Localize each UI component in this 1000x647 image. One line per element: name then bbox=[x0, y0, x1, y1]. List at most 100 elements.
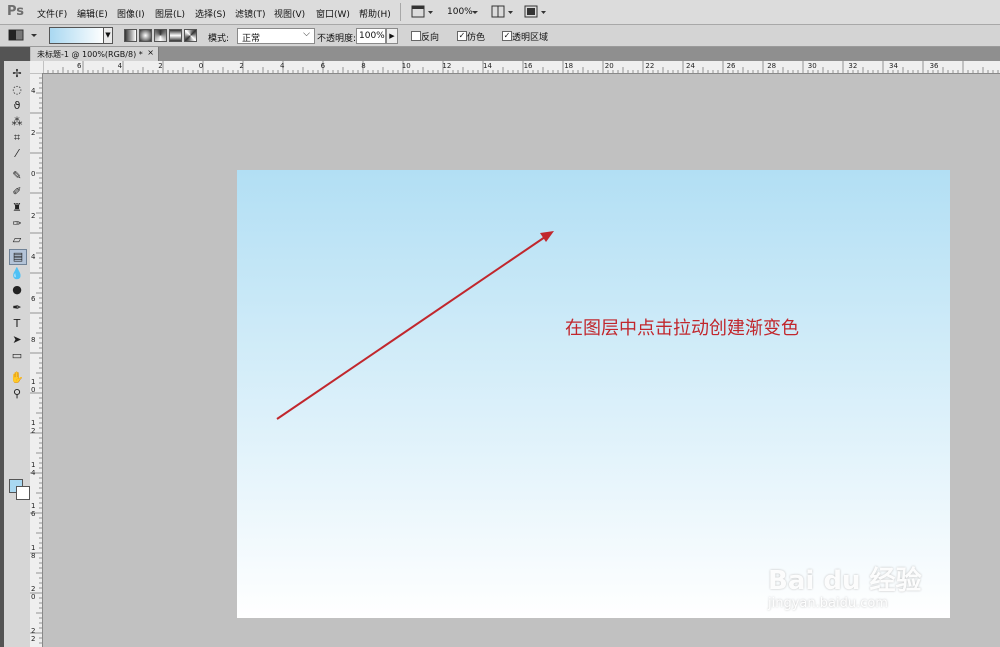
quick-select-icon[interactable]: ⁂ bbox=[9, 115, 25, 129]
ruler-left-number: 1 4 bbox=[31, 460, 36, 477]
menu-view[interactable]: 视图(V) bbox=[274, 7, 305, 20]
shape-icon[interactable]: ▭ bbox=[9, 349, 25, 363]
ruler-left-number: 1 8 bbox=[31, 543, 36, 560]
ruler-top-number: 36 bbox=[929, 62, 939, 70]
dither-checkbox[interactable]: ✓ bbox=[457, 31, 467, 41]
path-select-icon[interactable]: ➤ bbox=[9, 333, 25, 347]
angle-gradient-icon[interactable] bbox=[154, 29, 167, 42]
ruler-left-number: 6 bbox=[31, 294, 36, 303]
document-tab-bar: 未标题-1 @ 100%(RGB/8) * × bbox=[31, 47, 1000, 61]
document-tab[interactable]: 未标题-1 @ 100%(RGB/8) * × bbox=[31, 47, 159, 61]
reverse-checkbox[interactable] bbox=[411, 31, 421, 41]
type-icon[interactable]: T bbox=[9, 317, 25, 331]
hand-icon[interactable]: ✋ bbox=[9, 371, 25, 385]
ruler-top-number: 12 bbox=[442, 62, 452, 70]
eyedropper-icon[interactable]: ⁄ bbox=[9, 147, 25, 161]
screen-layout-icon[interactable] bbox=[524, 5, 548, 19]
ruler-top-number: 4 bbox=[117, 62, 123, 70]
ruler-left-number: 2 bbox=[31, 211, 36, 220]
ruler-top-number: 18 bbox=[564, 62, 574, 70]
ruler-top-number: 6 bbox=[320, 62, 326, 70]
chevron-down-icon: ⌵ bbox=[303, 29, 310, 39]
baidu-jingyan-logo: Bai du 经验 bbox=[768, 566, 922, 596]
menu-file[interactable]: 文件(F) bbox=[37, 7, 67, 20]
annotation-text: 在图层中点击拉动创建渐变色 bbox=[565, 318, 799, 339]
opacity-slider-arrow-icon[interactable]: ▶ bbox=[386, 28, 398, 44]
healing-icon[interactable]: ✎ bbox=[9, 169, 25, 183]
dodge-icon[interactable]: ● bbox=[9, 283, 25, 297]
reflected-gradient-icon[interactable] bbox=[169, 29, 182, 42]
toolbox-panel: ⚲ ✋ ▭ ➤ T ✒ ● 💧 ▤ ▱ ✑ ♜ ✐ ✎ ⁄ ⌗ ⁂ ϑ ◌ ✢ bbox=[4, 61, 30, 647]
ruler-left-number: 2 0 bbox=[31, 585, 36, 601]
ruler-left-number: 2 2 bbox=[31, 626, 36, 643]
menu-help[interactable]: 帮助(H) bbox=[359, 7, 391, 20]
ruler-left-number: 4 bbox=[31, 253, 36, 261]
ruler-top-number: 14 bbox=[483, 62, 492, 70]
pen-icon[interactable]: ✒ bbox=[9, 301, 25, 315]
zoom-level[interactable]: 100% bbox=[447, 7, 473, 17]
watermark-url: jingyan.baidu.com bbox=[768, 596, 888, 611]
marquee-icon[interactable]: ◌ bbox=[9, 83, 25, 97]
ruler-top-number: 0 bbox=[198, 62, 204, 70]
ruler-top-number: 26 bbox=[726, 62, 736, 70]
reverse-label: 反向 bbox=[421, 33, 440, 43]
gradient-picker-dropdown-icon[interactable]: ▼ bbox=[103, 27, 113, 44]
brush-icon[interactable]: ✐ bbox=[9, 185, 25, 199]
screen-mode-icon[interactable] bbox=[411, 5, 435, 19]
ruler-top-number: 28 bbox=[767, 62, 777, 70]
ruler-left-number: 2 bbox=[31, 128, 36, 137]
ruler-left-number: 8 bbox=[31, 336, 36, 344]
transparency-label: 透明区域 bbox=[512, 33, 549, 43]
vertical-ruler: 4 2 0 2 4 6 8 1 0 1 2 1 4 1 6 1 8 2 0 2 2 bbox=[30, 73, 43, 647]
menu-bar: Ps 文件(F) 编辑(E) 图像(I) 图层(L) 选择(S) 滤镜(T) 视… bbox=[0, 0, 1000, 25]
ruler-top-number: 4 bbox=[280, 62, 285, 70]
tool-preset-icon[interactable] bbox=[6, 28, 40, 42]
ruler-left-number: 1 0 bbox=[31, 377, 36, 394]
mode-value: 正常 bbox=[242, 34, 261, 44]
menu-window[interactable]: 窗口(W) bbox=[316, 7, 350, 20]
history-brush-icon[interactable]: ✑ bbox=[9, 217, 25, 231]
menu-select[interactable]: 选择(S) bbox=[195, 7, 226, 20]
arrange-documents-icon[interactable] bbox=[491, 5, 515, 19]
ruler-top-number: 6 bbox=[77, 62, 82, 70]
lasso-icon[interactable]: ϑ bbox=[9, 99, 25, 113]
opacity-value: 100% bbox=[359, 31, 385, 41]
menu-image[interactable]: 图像(I) bbox=[117, 7, 145, 20]
horizontal-ruler: 6 4 2 0 2 4 6 8 10 12 14 16 18 20 22 24 26 28 30 32 34 36 bbox=[43, 61, 1000, 74]
zoom-dropdown-icon[interactable] bbox=[470, 5, 480, 19]
diamond-gradient-icon[interactable] bbox=[184, 29, 197, 42]
document-tab-title: 未标题-1 @ 100%(RGB/8) * bbox=[37, 50, 143, 59]
menu-edit[interactable]: 编辑(E) bbox=[77, 7, 108, 20]
stamp-icon[interactable]: ♜ bbox=[9, 201, 25, 215]
ruler-top-number: 2 bbox=[239, 62, 244, 70]
dither-label: 仿色 bbox=[467, 33, 486, 43]
ruler-left-number: 1 6 bbox=[31, 502, 36, 518]
crop-icon[interactable]: ⌗ bbox=[9, 131, 25, 145]
opacity-input[interactable]: 100% bbox=[356, 28, 386, 44]
gradient-picker[interactable] bbox=[49, 27, 105, 44]
transparency-checkbox[interactable]: ✓ bbox=[502, 31, 512, 41]
mode-select[interactable]: 正常 ⌵ bbox=[237, 28, 315, 44]
radial-gradient-icon[interactable] bbox=[139, 29, 152, 42]
background-color-swatch[interactable] bbox=[16, 486, 30, 500]
ruler-top-number: 10 bbox=[401, 62, 411, 70]
document-canvas[interactable] bbox=[237, 170, 950, 618]
menu-layer[interactable]: 图层(L) bbox=[155, 7, 185, 20]
close-icon[interactable]: × bbox=[147, 48, 154, 57]
linear-gradient-icon[interactable] bbox=[124, 29, 137, 42]
ruler-left-number: 1 2 bbox=[31, 419, 36, 435]
toolbox: ⚲ ✋ ▭ ➤ T ✒ ● 💧 ▤ ▱ ✑ ♜ ✐ ✎ ⁄ ⌗ ⁂ ϑ ◌ ✢ bbox=[0, 47, 30, 647]
menu-filter[interactable]: 滤镜(T) bbox=[235, 7, 266, 20]
ruler-top-number: 34 bbox=[889, 62, 898, 70]
gradient-icon[interactable]: ▤ bbox=[9, 249, 27, 265]
photoshop-logo: Ps bbox=[7, 4, 25, 19]
ruler-left-number: 4 bbox=[31, 87, 36, 95]
ruler-top-number: 24 bbox=[686, 62, 695, 70]
blur-icon[interactable]: 💧 bbox=[9, 267, 25, 281]
mode-label: 模式: bbox=[208, 34, 230, 44]
move-icon[interactable]: ✢ bbox=[9, 67, 25, 81]
eraser-icon[interactable]: ▱ bbox=[9, 233, 25, 247]
zoom-icon[interactable]: ⚲ bbox=[9, 387, 25, 401]
options-bar: ▼ 模式: 正常 ⌵ 不透明度: 100% ▶ 反向 ✓ 仿色 ✓ 透明区域 bbox=[0, 25, 1000, 47]
ruler-top-number: 30 bbox=[807, 62, 817, 70]
